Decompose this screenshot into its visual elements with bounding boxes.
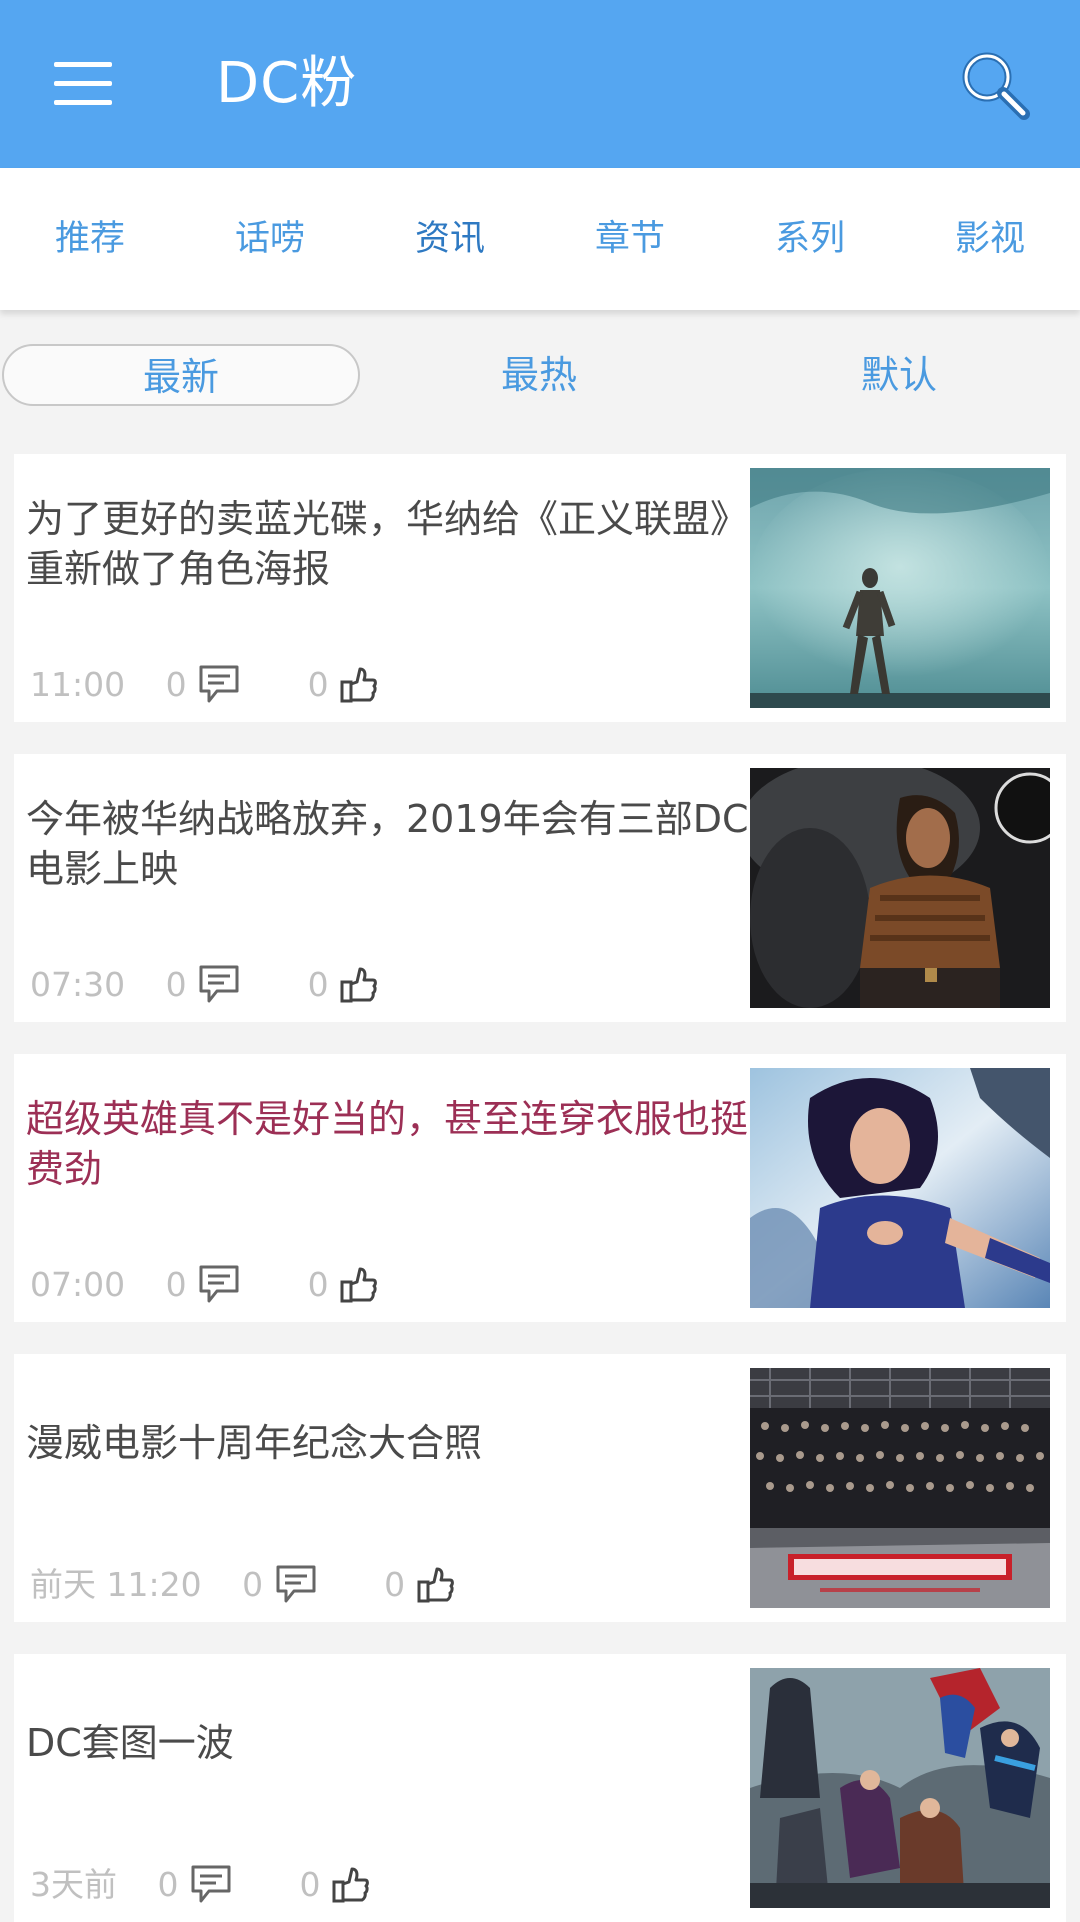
article-time: 07:30 bbox=[30, 964, 126, 1004]
search-icon[interactable] bbox=[956, 46, 1036, 126]
sort-default-button[interactable]: 默认 bbox=[720, 344, 1078, 406]
article-meta: 前天 11:20 0 0 bbox=[30, 1560, 456, 1606]
article-card[interactable]: 为了更好的卖蓝光碟，华纳给《正义联盟》重新做了角色海报 11:00 0 0 bbox=[14, 454, 1066, 722]
article-card[interactable]: 今年被华纳战略放弃，2019年会有三部DC电影上映 07:30 0 0 bbox=[14, 754, 1066, 1022]
article-time: 3天前 bbox=[30, 1864, 117, 1904]
like-count: 0 bbox=[307, 964, 329, 1004]
like-count: 0 bbox=[384, 1564, 406, 1604]
tab-film-tv[interactable]: 影视 bbox=[900, 168, 1080, 310]
comment-count: 0 bbox=[165, 964, 187, 1004]
comment-icon bbox=[199, 665, 239, 702]
article-meta: 11:00 0 0 bbox=[30, 660, 379, 706]
thumbs-up-icon bbox=[417, 1567, 454, 1602]
comment-icon bbox=[191, 1865, 231, 1902]
dc-heroes-artwork-image bbox=[750, 1668, 1050, 1908]
hamburger-menu-icon[interactable] bbox=[54, 62, 112, 106]
thumbs-up-icon bbox=[340, 667, 377, 702]
article-meta: 3天前 0 0 bbox=[30, 1860, 371, 1906]
app-bar: DC粉 bbox=[0, 0, 1080, 168]
article-title: 超级英雄真不是好当的，甚至连穿衣服也挺费劲 bbox=[26, 1097, 749, 1191]
article-meta: 07:00 0 0 bbox=[30, 1260, 379, 1306]
marvel-studios-group-photo-image bbox=[750, 1368, 1050, 1608]
article-title: 为了更好的卖蓝光碟，华纳给《正义联盟》重新做了角色海报 bbox=[26, 497, 749, 591]
comment-icon bbox=[199, 965, 239, 1002]
comment-count: 0 bbox=[242, 1564, 264, 1604]
sort-hottest-button[interactable]: 最热 bbox=[360, 344, 718, 406]
aquaman-portrait-image bbox=[750, 768, 1050, 1008]
tab-series[interactable]: 系列 bbox=[720, 168, 900, 310]
article-time: 07:00 bbox=[30, 1264, 126, 1304]
like-count: 0 bbox=[307, 1264, 329, 1304]
article-card[interactable]: 漫威电影十周年纪念大合照 前天 11:20 0 0 bbox=[14, 1354, 1066, 1622]
comment-count: 0 bbox=[165, 1264, 187, 1304]
like-count: 0 bbox=[307, 664, 329, 704]
article-title: 漫威电影十周年纪念大合照 bbox=[26, 1421, 483, 1465]
thumbs-up-icon bbox=[340, 967, 377, 1002]
like-count: 0 bbox=[299, 1864, 321, 1904]
tab-recommend[interactable]: 推荐 bbox=[0, 168, 180, 310]
hero-standing-in-waves-image bbox=[750, 468, 1050, 708]
sort-latest-button[interactable]: 最新 bbox=[2, 344, 360, 406]
app-title: DC粉 bbox=[216, 51, 358, 116]
tab-chapters[interactable]: 章节 bbox=[540, 168, 720, 310]
comment-count: 0 bbox=[165, 664, 187, 704]
article-time: 前天 11:20 bbox=[30, 1564, 202, 1604]
article-card[interactable]: 超级英雄真不是好当的，甚至连穿衣服也挺费劲 07:00 0 0 bbox=[14, 1054, 1066, 1322]
psylocke-portrait-image bbox=[750, 1068, 1050, 1308]
sort-bar: 最新 最热 默认 bbox=[0, 340, 1080, 410]
article-meta: 07:30 0 0 bbox=[30, 960, 379, 1006]
article-time: 11:00 bbox=[30, 664, 126, 704]
thumbs-up-icon bbox=[332, 1867, 369, 1902]
thumbs-up-icon bbox=[340, 1267, 377, 1302]
category-tabs: 推荐 话唠 资讯 章节 系列 影视 bbox=[0, 168, 1080, 310]
article-card[interactable]: DC套图一波 3天前 0 0 bbox=[14, 1654, 1066, 1922]
comment-icon bbox=[276, 1565, 316, 1602]
comment-count: 0 bbox=[157, 1864, 179, 1904]
tab-chat[interactable]: 话唠 bbox=[180, 168, 360, 310]
article-title: 今年被华纳战略放弃，2019年会有三部DC电影上映 bbox=[26, 797, 749, 891]
article-title: DC套图一波 bbox=[26, 1721, 234, 1765]
comment-icon bbox=[199, 1265, 239, 1302]
tab-news[interactable]: 资讯 bbox=[360, 168, 540, 310]
